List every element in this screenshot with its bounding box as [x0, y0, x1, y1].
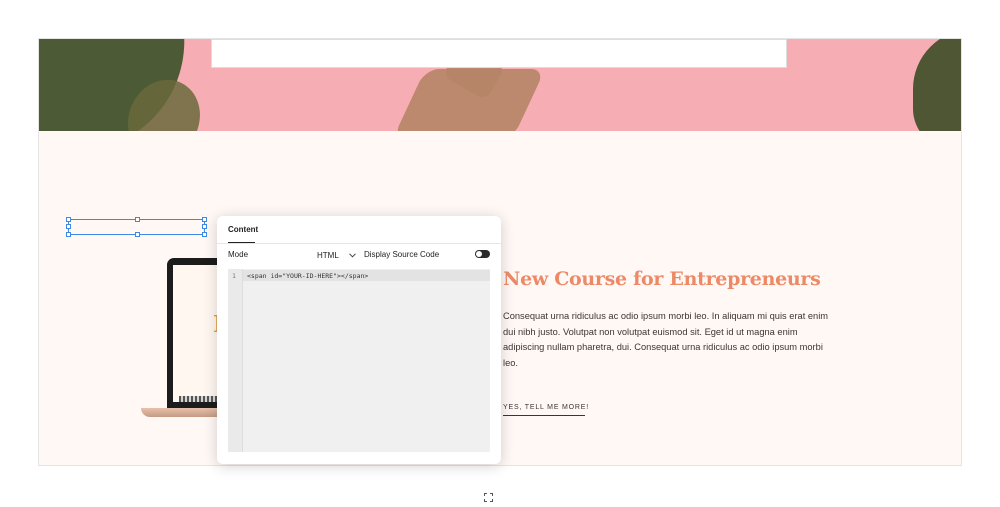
mode-label: Mode — [228, 250, 249, 259]
header-bar[interactable] — [211, 39, 787, 68]
code-block-editor-panel: Content Mode HTML Display Source Code 1 … — [217, 216, 501, 502]
resize-handle[interactable] — [66, 224, 71, 229]
section-body-text: Consequat urna ridiculus ac odio ipsum m… — [503, 311, 829, 368]
code-editor[interactable]: 1 <span id="YOUR-ID-HERE"></span> — [228, 269, 493, 502]
display-source-code-toggle[interactable] — [475, 250, 490, 258]
chevron-down-icon — [348, 251, 356, 260]
resize-handle[interactable] — [66, 232, 71, 237]
resize-handle[interactable] — [135, 232, 140, 237]
selected-block-outline[interactable] — [66, 217, 207, 237]
leaf-shape — [913, 39, 961, 131]
resize-handle[interactable] — [202, 232, 207, 237]
resize-handle[interactable] — [202, 217, 207, 222]
tab-content[interactable]: Content — [228, 225, 258, 234]
leaf-shadow-shape — [392, 69, 546, 131]
cta-button[interactable]: YES, TELL ME MORE! — [503, 401, 588, 416]
line-number-gutter: 1 — [228, 269, 243, 452]
line-number: 1 — [232, 272, 236, 280]
mode-select[interactable]: HTML — [317, 249, 356, 261]
toggle-knob — [476, 251, 482, 257]
mode-select-value: HTML — [317, 250, 339, 260]
display-source-code-label: Display Source Code — [364, 250, 440, 259]
resize-handle[interactable] — [135, 217, 140, 222]
resize-handle[interactable] — [66, 217, 71, 222]
divider — [217, 243, 501, 244]
resize-handle[interactable] — [202, 224, 207, 229]
hero-banner-image — [39, 39, 961, 131]
code-text[interactable]: <span id="YOUR-ID-HERE"></span> — [247, 272, 368, 280]
section-headline: New Course for Entrepreneurs — [503, 268, 821, 290]
expand-icon[interactable] — [484, 489, 493, 502]
